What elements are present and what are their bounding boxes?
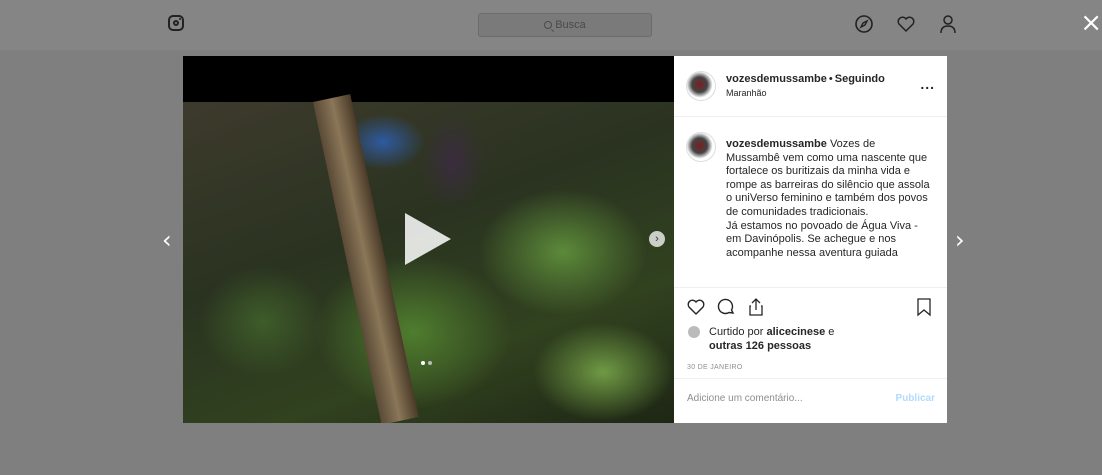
post-caption: vozesdemussambe Vozes de Mussambê vem co… — [726, 138, 931, 260]
comment-input[interactable]: Adicione um comentário... — [687, 393, 803, 404]
video-content-trunk — [313, 94, 419, 423]
likes-prefix: Curtido por — [709, 326, 767, 338]
next-post-icon[interactable]: › — [955, 226, 965, 254]
post-header: vozesdemussambe • Seguindo Maranhão ... — [674, 56, 947, 117]
comment-icon[interactable] — [716, 297, 736, 317]
search-input[interactable]: Busca — [478, 13, 652, 37]
liker-username-link[interactable]: alicecinese — [766, 326, 825, 338]
instagram-logo-icon[interactable] — [168, 15, 184, 31]
post-header-username-line: vozesdemussambe • Seguindo — [726, 73, 885, 85]
separator: • — [828, 73, 833, 85]
more-options-icon[interactable]: ... — [920, 76, 935, 92]
likes-connector: e — [825, 326, 835, 338]
carousel-dot — [428, 361, 432, 365]
play-icon[interactable] — [405, 213, 451, 265]
follow-status-button[interactable]: Seguindo — [835, 73, 885, 85]
carousel-indicator — [421, 361, 432, 365]
like-heart-icon[interactable] — [686, 297, 706, 317]
heart-icon[interactable] — [896, 14, 916, 34]
action-icons — [686, 297, 766, 317]
caption-text: Vozes de Mussambê vem como uma nascente … — [726, 138, 930, 259]
likes-summary: Curtido por alicecinese e outras 126 pes… — [709, 325, 834, 353]
previous-post-icon[interactable]: ‹ — [162, 226, 172, 254]
avatar[interactable] — [686, 71, 716, 101]
post-video-player[interactable]: › — [183, 56, 674, 423]
likes-others-link[interactable]: outras 126 pessoas — [709, 340, 811, 352]
top-navigation-bar: Busca — [0, 0, 1102, 50]
caption-username-link[interactable]: vozesdemussambe — [726, 138, 827, 150]
comment-form: Adicione um comentário... Publicar — [674, 378, 947, 424]
liker-avatar[interactable] — [688, 326, 700, 338]
search-icon — [544, 21, 553, 29]
next-media-icon[interactable]: › — [649, 231, 665, 247]
carousel-dot-active — [421, 361, 425, 365]
post-username-link[interactable]: vozesdemussambe — [726, 73, 827, 85]
save-bookmark-icon[interactable] — [915, 297, 933, 317]
compass-icon[interactable] — [854, 14, 874, 34]
publish-button[interactable]: Publicar — [896, 393, 935, 404]
post-side-panel: vozesdemussambe • Seguindo Maranhão ... vo… — [674, 56, 947, 423]
post-date[interactable]: 30 DE JANEIRO — [687, 364, 743, 371]
profile-icon[interactable] — [938, 14, 958, 34]
share-icon[interactable] — [746, 297, 766, 317]
close-icon[interactable]: × — [1080, 10, 1102, 36]
search-placeholder: Busca — [555, 19, 586, 31]
caption-avatar[interactable] — [686, 132, 716, 162]
location-link[interactable]: Maranhão — [726, 88, 767, 98]
